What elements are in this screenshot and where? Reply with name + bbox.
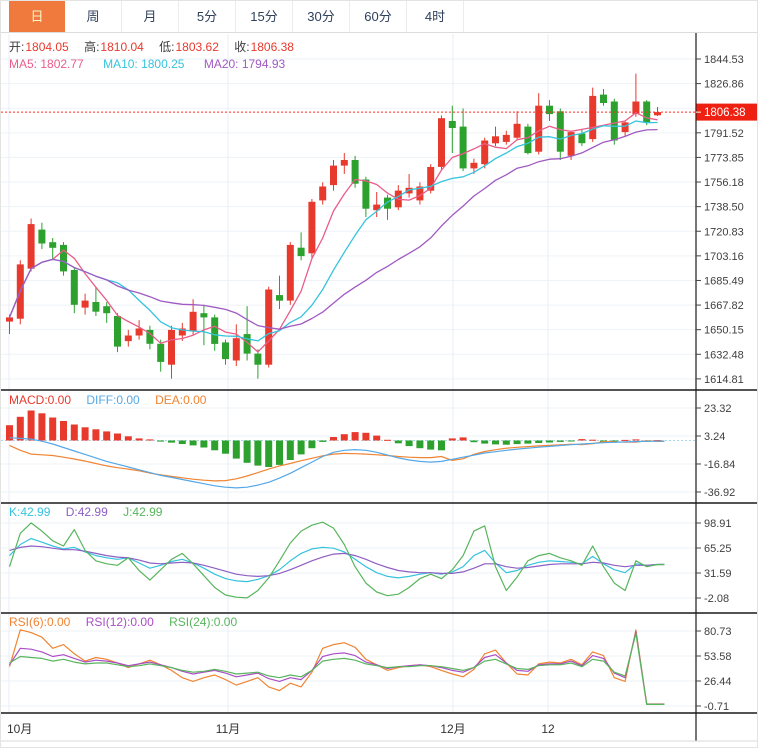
svg-text:1791.52: 1791.52 [704, 128, 744, 140]
svg-text:1685.49: 1685.49 [704, 275, 744, 287]
price-tag: 1806.38 [696, 103, 757, 121]
svg-text:1703.16: 1703.16 [704, 251, 744, 263]
kline-chart-app: 1844.531826.861809.191791.521773.851756.… [0, 0, 758, 748]
tab-30min[interactable]: 30分 [293, 1, 350, 32]
frame [1, 33, 757, 742]
y-axis-labels: 1844.531826.861809.191791.521773.851756.… [696, 54, 744, 713]
svg-text:12月: 12月 [440, 722, 465, 736]
svg-text:10月: 10月 [7, 722, 32, 736]
svg-text:11月: 11月 [216, 722, 240, 736]
svg-text:-16.84: -16.84 [704, 459, 735, 471]
svg-text:31.59: 31.59 [704, 568, 732, 580]
interval-tabbar: 日 周 月 5分 15分 30分 60分 4时 [1, 1, 757, 33]
svg-text:1614.81: 1614.81 [704, 374, 744, 386]
svg-text:1667.82: 1667.82 [704, 300, 744, 312]
x-axis-labels: 10月 11月 12月 12 [7, 722, 555, 736]
tab-month[interactable]: 月 [122, 1, 179, 32]
svg-text:-36.92: -36.92 [704, 487, 735, 499]
tab-day[interactable]: 日 [9, 1, 65, 32]
tab-week[interactable]: 周 [65, 1, 122, 32]
chart-canvas[interactable]: 1844.531826.861809.191791.521773.851756.… [1, 1, 758, 748]
svg-text:3.24: 3.24 [704, 431, 725, 443]
svg-text:98.91: 98.91 [704, 518, 732, 530]
tab-5min[interactable]: 5分 [179, 1, 236, 32]
svg-text:80.73: 80.73 [704, 626, 732, 638]
candles [6, 73, 661, 379]
svg-text:1650.15: 1650.15 [704, 325, 744, 337]
svg-text:1632.48: 1632.48 [704, 349, 744, 361]
svg-text:-0.71: -0.71 [704, 701, 729, 713]
svg-text:1773.85: 1773.85 [704, 152, 744, 164]
svg-text:1844.53: 1844.53 [704, 54, 744, 66]
svg-text:26.44: 26.44 [704, 676, 732, 688]
svg-text:-2.08: -2.08 [704, 593, 729, 605]
kdj-panel [8, 521, 665, 599]
tab-60min[interactable]: 60分 [350, 1, 407, 32]
tab-15min[interactable]: 15分 [236, 1, 293, 32]
svg-text:1756.18: 1756.18 [704, 177, 744, 189]
rsi-panel [8, 629, 665, 706]
svg-text:23.32: 23.32 [704, 403, 732, 415]
svg-text:1806.38: 1806.38 [704, 107, 746, 119]
svg-text:12: 12 [541, 722, 555, 736]
macd-panel [1, 410, 696, 489]
svg-text:1826.86: 1826.86 [704, 79, 744, 91]
svg-text:53.58: 53.58 [704, 651, 732, 663]
svg-text:65.25: 65.25 [704, 543, 732, 555]
tab-4hour[interactable]: 4时 [407, 1, 464, 32]
svg-text:1720.83: 1720.83 [704, 226, 744, 238]
svg-text:1738.50: 1738.50 [704, 202, 744, 214]
